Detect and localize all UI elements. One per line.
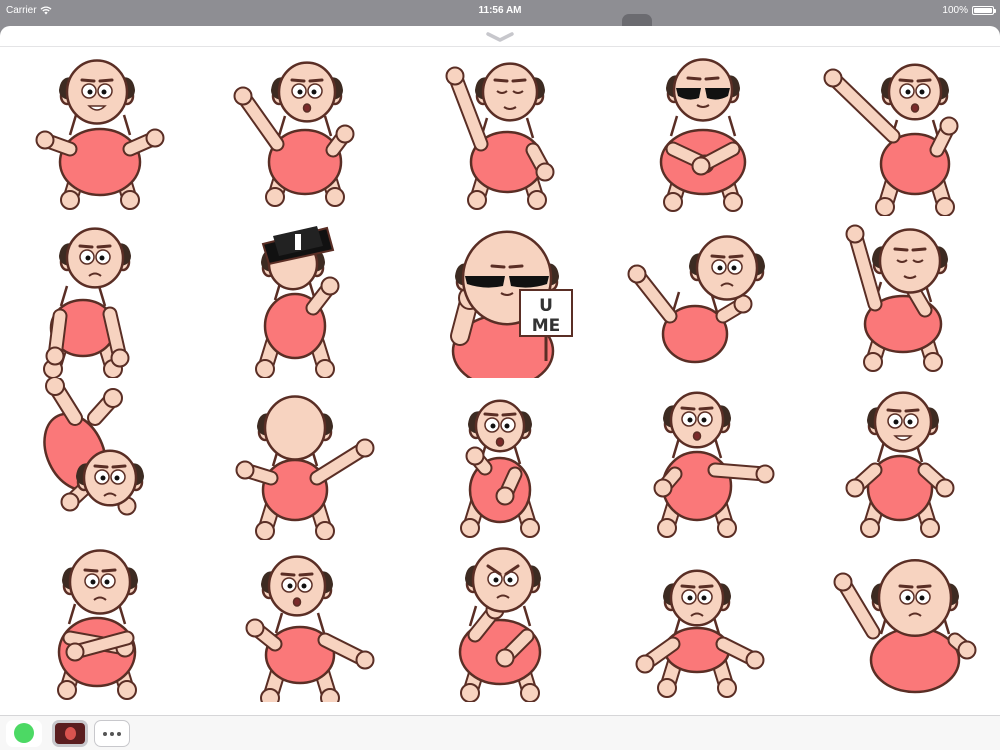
- carrier-label: Carrier: [6, 4, 37, 16]
- sticker-illustration: [235, 395, 375, 541]
- more-dot: [117, 731, 121, 736]
- sticker-grin-hands-hips[interactable]: [815, 378, 985, 540]
- sticker-illustration: [57, 549, 138, 700]
- sticker-wave-hello[interactable]: [215, 54, 385, 216]
- sticker-nose-blow[interactable]: [815, 216, 985, 378]
- sticker-arms-crossed-frown[interactable]: [15, 540, 185, 702]
- more-dot: [110, 731, 114, 736]
- sticker-illustration: [233, 61, 355, 207]
- sticker-illustration: [653, 391, 775, 538]
- recents-icon: [14, 723, 34, 743]
- app-drawer-bar: [0, 715, 1000, 750]
- sticker-point-right[interactable]: [615, 378, 785, 540]
- sticker-angry-nose-hold[interactable]: [415, 540, 585, 703]
- battery-icon: [972, 5, 996, 15]
- sticker-sheet: U ME: [0, 26, 1000, 750]
- sticker-point-up-dance[interactable]: [815, 54, 985, 217]
- recents-button[interactable]: [6, 720, 42, 747]
- sticker-finger-up-stern[interactable]: [815, 540, 985, 702]
- sticker-illustration: [833, 558, 977, 694]
- sticker-illustration: [845, 224, 948, 372]
- sticker-shrug-shocked[interactable]: [615, 540, 785, 702]
- chevron-down-icon[interactable]: [484, 30, 516, 44]
- sticker-grid: U ME: [0, 50, 1000, 715]
- sticker-back-turned-dance[interactable]: [215, 378, 385, 541]
- sticker-pensive-peace[interactable]: [615, 216, 785, 378]
- sticker-u-or-me-sign[interactable]: U ME: [415, 216, 585, 389]
- sticker-illustration: [659, 58, 747, 212]
- sticker-leg-kick[interactable]: [215, 540, 385, 708]
- sticker-illustration: [445, 62, 555, 210]
- sticker-frown-crouch[interactable]: [15, 216, 185, 379]
- sticker-illustration: [823, 63, 959, 217]
- status-left: Carrier: [6, 5, 52, 16]
- sheet-divider: [0, 46, 1000, 47]
- clock: 11:56 AM: [478, 4, 522, 16]
- sticker-top-hat-back[interactable]: [215, 216, 385, 379]
- sticker-illustration: [245, 555, 375, 708]
- sticker-illustration: UME: [450, 230, 573, 389]
- sign-text: U: [539, 296, 553, 316]
- sticker-cool-sunglasses[interactable]: [615, 54, 785, 216]
- more-dot: [103, 731, 107, 736]
- sticker-thumbs-up[interactable]: [415, 378, 585, 540]
- more-apps-button[interactable]: [94, 720, 130, 747]
- status-right: 100%: [942, 4, 996, 16]
- sticker-grin-crouch[interactable]: [15, 54, 185, 216]
- sticker-illustration: [845, 391, 955, 538]
- sticker-illustration: [35, 59, 165, 210]
- sign-text: ME: [532, 316, 561, 336]
- sticker-illustration: [43, 376, 144, 516]
- sticker-app-button[interactable]: [52, 720, 88, 747]
- status-bar: Carrier 11:56 AM 100%: [0, 0, 1000, 20]
- sticker-app-icon: [55, 723, 85, 744]
- sticker-illustration: [635, 569, 765, 698]
- battery-percent: 100%: [942, 4, 968, 16]
- sticker-illustration: [460, 399, 540, 538]
- sticker-illustration: [458, 547, 542, 703]
- sticker-illustration: [255, 226, 340, 379]
- sticker-headstand[interactable]: [15, 376, 185, 540]
- sticker-illustration: [627, 235, 765, 364]
- sticker-illustration: [43, 227, 131, 379]
- wifi-icon: [40, 5, 52, 14]
- sticker-rock-on-smug[interactable]: [415, 54, 585, 216]
